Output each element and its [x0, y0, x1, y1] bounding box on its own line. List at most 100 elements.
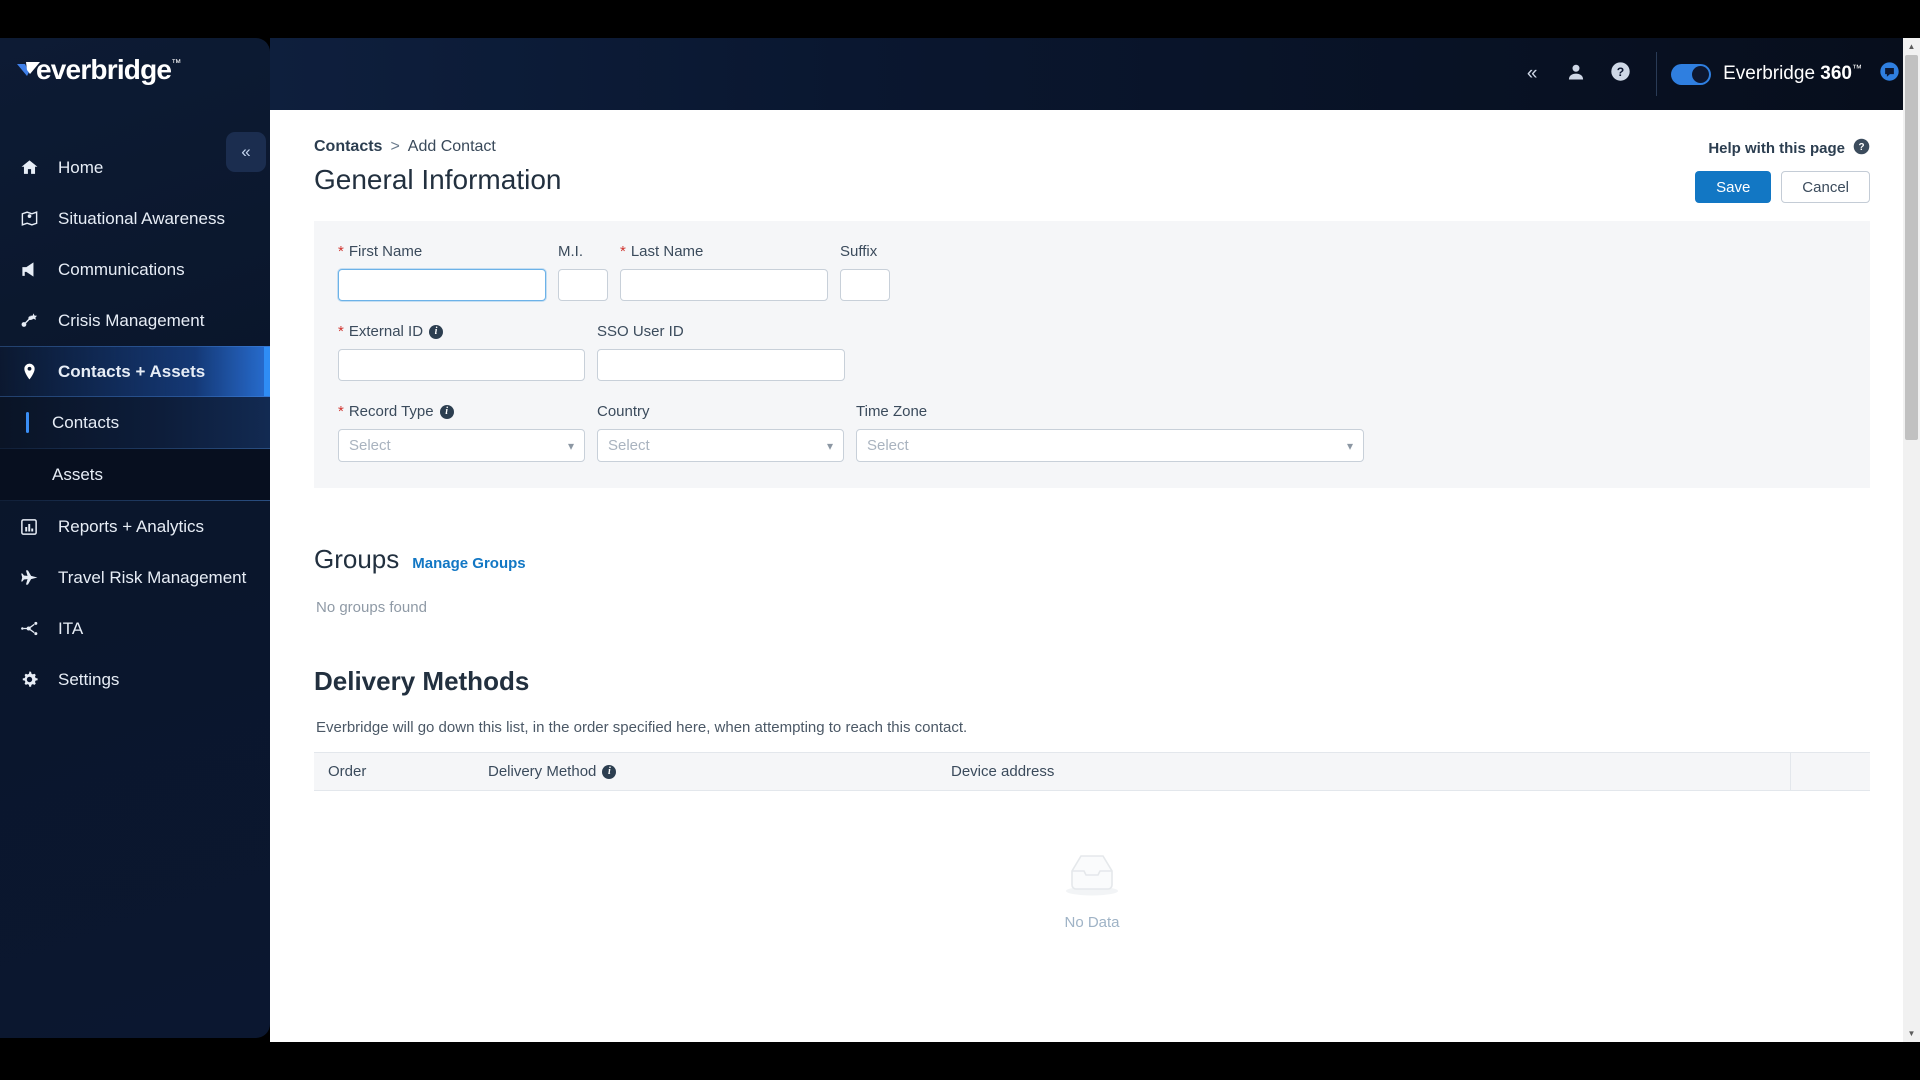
chat-button[interactable] — [1878, 61, 1900, 87]
crisis-nodes-icon — [20, 311, 46, 330]
sidebar-collapse-button[interactable]: « — [226, 132, 266, 172]
help-circle-icon: ? — [1610, 61, 1631, 87]
sso-user-id-input[interactable] — [597, 349, 845, 381]
main-window: « ? Everbridge 360™ Contacts > Add Conta… — [270, 38, 1920, 1042]
groups-title: Groups — [314, 544, 400, 574]
column-header-device-address: Device address — [951, 763, 1055, 780]
breadcrumb-contacts-link[interactable]: Contacts — [314, 138, 382, 156]
chevron-down-icon: ▾ — [826, 438, 833, 453]
sidebar-item-contacts-assets[interactable]: Contacts + Assets — [0, 346, 270, 397]
field-label: * First Name — [338, 243, 546, 260]
help-with-this-page-link[interactable]: Help with this page ? — [1695, 138, 1870, 159]
sidebar-item-assets[interactable]: Assets — [0, 449, 270, 500]
info-icon[interactable]: i — [429, 324, 444, 339]
chat-bubble-icon — [1879, 61, 1900, 87]
info-icon[interactable]: i — [439, 404, 454, 419]
field-record-type: * Record Type i Select ▾ — [338, 403, 585, 462]
toggle-knob — [1692, 65, 1710, 83]
sidebar-item-crisis-management[interactable]: Crisis Management — [0, 295, 270, 346]
cancel-button[interactable]: Cancel — [1781, 171, 1870, 203]
sidebar-item-situational-awareness[interactable]: Situational Awareness — [0, 193, 270, 244]
form-row-ids: * External ID i SSO User ID — [338, 323, 1846, 381]
sidebar-item-settings[interactable]: Settings — [0, 654, 270, 705]
save-button[interactable]: Save — [1695, 171, 1772, 203]
delivery-methods-table: Order Delivery Method i Device address N… — [314, 752, 1870, 931]
vertical-scrollbar[interactable]: ▲ ▼ — [1903, 38, 1920, 1042]
page-content: Contacts > Add Contact General Informati… — [270, 110, 1920, 1042]
sidebar-item-label: Travel Risk Management — [58, 567, 247, 587]
scroll-down-arrow[interactable]: ▼ — [1903, 1025, 1920, 1042]
chevron-down-icon: ▾ — [1346, 438, 1353, 453]
suffix-input[interactable] — [840, 269, 890, 301]
field-middle-initial: M.I. — [558, 243, 608, 301]
scrollbar-thumb[interactable] — [1905, 55, 1918, 440]
sidebar-item-label: Reports + Analytics — [58, 516, 204, 536]
label-text: M.I. — [558, 243, 583, 260]
select-value: Select — [608, 437, 650, 454]
home-icon — [20, 158, 46, 177]
everbridge-360-toggle[interactable] — [1671, 63, 1712, 85]
sidebar-item-contacts[interactable]: Contacts — [0, 397, 270, 448]
brand-tm: ™ — [1852, 63, 1862, 75]
svg-text:?: ? — [1858, 142, 1864, 153]
sidebar-item-label: Contacts + Assets — [58, 361, 206, 381]
header-actions: Help with this page ? Save Cancel — [1695, 138, 1870, 203]
last-name-input[interactable] — [620, 269, 828, 301]
general-information-form: * First Name M.I. * Last Name Suffix * E… — [314, 221, 1870, 488]
info-icon[interactable]: i — [602, 764, 617, 779]
sidebar-item-travel-risk-management[interactable]: Travel Risk Management — [0, 552, 270, 603]
column-header-actions — [1790, 752, 1870, 791]
help-circle-icon: ? — [1853, 138, 1870, 159]
label-text: Record Type — [348, 403, 434, 420]
scroll-up-arrow[interactable]: ▲ — [1903, 38, 1920, 55]
country-select[interactable]: Select ▾ — [597, 429, 844, 462]
sidebar-nav: Home Situational Awareness Communication… — [0, 142, 270, 705]
manage-groups-link[interactable]: Manage Groups — [412, 555, 525, 572]
label-text: Time Zone — [856, 403, 928, 420]
network-nodes-icon — [20, 619, 46, 638]
field-sso-user-id: SSO User ID — [597, 323, 845, 381]
sidebar-item-communications[interactable]: Communications — [0, 244, 270, 295]
sidebar-item-label: Situational Awareness — [58, 208, 225, 228]
megaphone-icon — [20, 260, 46, 279]
sidebar-item-ita[interactable]: ITA — [0, 603, 270, 654]
sidebar-subitem-label: Assets — [52, 464, 104, 484]
chevron-double-left-icon: « — [1526, 63, 1538, 84]
topbar-collapse-button[interactable]: « — [1510, 52, 1554, 96]
user-profile-button[interactable] — [1554, 52, 1598, 96]
middle-initial-input[interactable] — [558, 269, 608, 301]
table-header-row: Order Delivery Method i Device address — [314, 752, 1870, 791]
record-type-select[interactable]: Select ▾ — [338, 429, 585, 462]
external-id-input[interactable] — [338, 349, 585, 381]
label-text: SSO User ID — [597, 323, 684, 340]
select-value: Select — [349, 437, 391, 454]
chevron-down-icon: ▾ — [567, 438, 574, 453]
field-label: Time Zone — [856, 403, 1364, 420]
delivery-methods-description: Everbridge will go down this list, in th… — [316, 719, 968, 736]
first-name-input[interactable] — [338, 269, 546, 301]
required-asterisk: * — [338, 403, 344, 420]
chevron-double-left-icon: « — [241, 142, 251, 161]
time-zone-select[interactable]: Select ▾ — [856, 429, 1364, 462]
map-pin-icon — [20, 209, 46, 228]
select-value: Select — [867, 437, 909, 454]
brand-360: 360 — [1820, 63, 1852, 84]
location-pin-icon — [20, 362, 46, 381]
airplane-icon — [20, 568, 46, 587]
page-title: General Information — [314, 164, 562, 195]
action-buttons: Save Cancel — [1695, 171, 1870, 203]
sidebar: everbridge ™ « Home Situational Awarenes… — [0, 38, 270, 1038]
groups-header: Groups Manage Groups — [270, 544, 1920, 575]
everbridge-360-label: Everbridge 360™ — [1723, 63, 1862, 85]
field-external-id: * External ID i — [338, 323, 585, 381]
sidebar-item-reports-analytics[interactable]: Reports + Analytics — [0, 501, 270, 552]
field-first-name: * First Name — [338, 243, 546, 301]
sidebar-subitem-label: Contacts — [52, 412, 120, 432]
field-time-zone: Time Zone Select ▾ — [856, 403, 1364, 462]
form-row-name: * First Name M.I. * Last Name Suffix — [338, 243, 1846, 301]
label-text: First Name — [348, 243, 423, 260]
field-label: Suffix — [840, 243, 890, 260]
help-button[interactable]: ? — [1598, 52, 1642, 96]
brand-logo[interactable]: everbridge ™ — [0, 38, 270, 102]
